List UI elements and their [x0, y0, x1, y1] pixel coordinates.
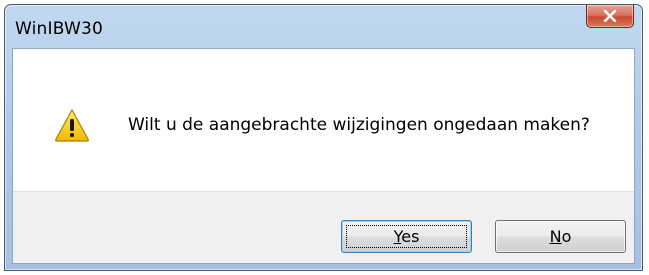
window-title: WinIBW30: [15, 19, 104, 39]
button-bar: Yes No: [13, 191, 634, 263]
yes-button-label: Yes: [394, 227, 420, 246]
no-button[interactable]: No: [495, 220, 626, 253]
close-icon: [603, 10, 617, 22]
message-area: Wilt u de aangebrachte wijzigingen onged…: [13, 49, 634, 191]
no-button-label: No: [550, 227, 572, 246]
dialog-message: Wilt u de aangebrachte wijzigingen onged…: [128, 115, 590, 135]
close-button[interactable]: [586, 5, 634, 28]
warning-icon: [55, 109, 89, 142]
yes-button[interactable]: Yes: [341, 220, 472, 253]
yes-label-rest: es: [401, 227, 420, 246]
no-mnemonic: N: [549, 227, 562, 246]
dialog-body: Wilt u de aangebrachte wijzigingen onged…: [12, 48, 635, 264]
no-label-rest: o: [561, 227, 572, 246]
title-bar[interactable]: WinIBW30: [5, 5, 642, 49]
dialog-window: WinIBW30 Wilt u de aangebrachte wijzigin…: [4, 4, 643, 271]
